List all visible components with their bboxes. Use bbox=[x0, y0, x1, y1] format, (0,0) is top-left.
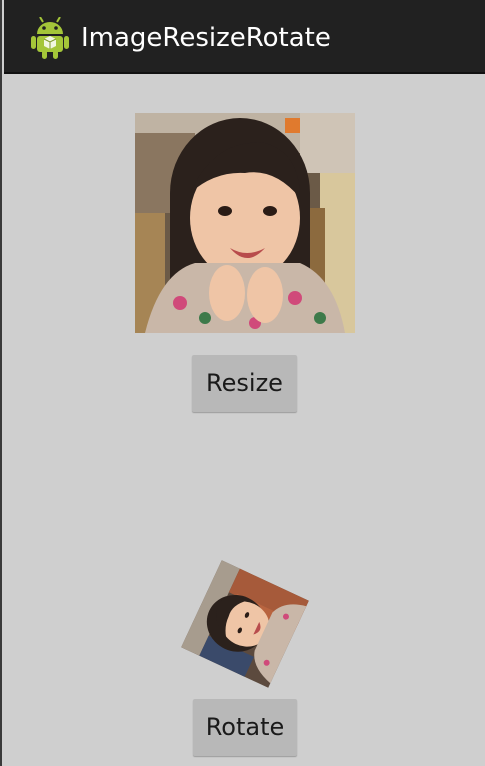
android-robot-icon bbox=[31, 17, 69, 59]
girl-portrait-image bbox=[135, 113, 355, 333]
main-content: Resize Rotate bbox=[4, 74, 485, 766]
rotated-photo bbox=[175, 554, 315, 694]
device-frame: ImageResizeRotate Resize Rotate bbox=[0, 0, 485, 766]
app-title: ImageResizeRotate bbox=[81, 23, 331, 53]
rotated-girl-image bbox=[181, 560, 309, 688]
rotate-button[interactable]: Rotate bbox=[193, 699, 297, 756]
action-bar: ImageResizeRotate bbox=[4, 0, 485, 74]
resize-button[interactable]: Resize bbox=[192, 355, 297, 412]
original-photo bbox=[135, 113, 355, 333]
